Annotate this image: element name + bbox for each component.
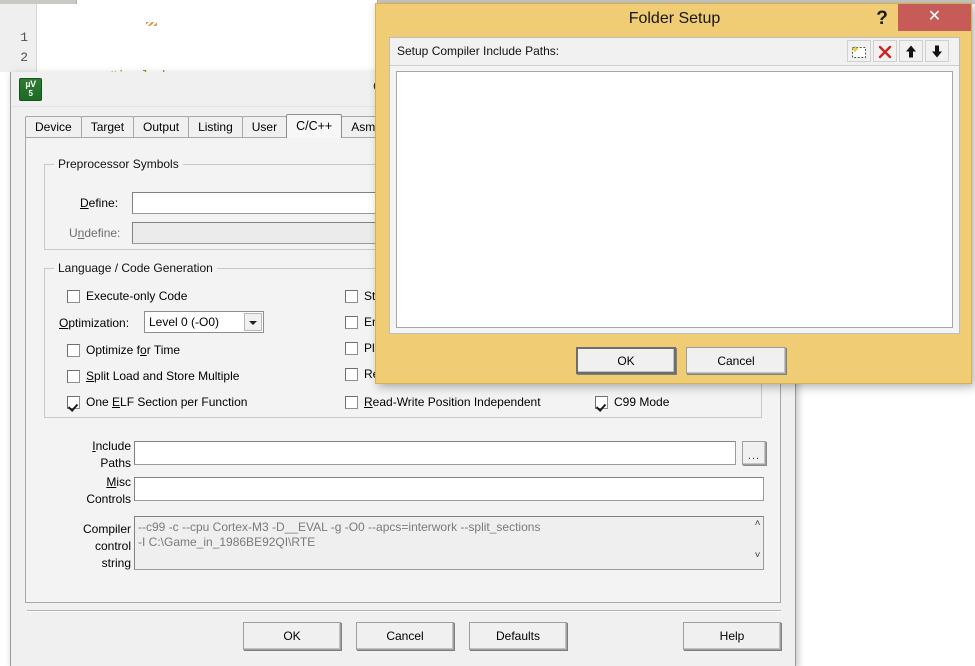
arrow-up-icon [900, 43, 922, 60]
include-paths-label-line1: Include [92, 439, 131, 453]
folder-setup-ok-button[interactable]: OK [576, 347, 676, 374]
move-up-button[interactable] [899, 40, 923, 62]
folder-setup-body: Setup Compiler Include Paths: [389, 37, 960, 334]
misc-controls-label-line2: Controls [86, 492, 131, 506]
options-defaults-button[interactable]: Defaults [469, 622, 567, 650]
checkbox-read-write-position-independent[interactable] [345, 396, 358, 409]
folder-setup-cancel-button[interactable]: Cancel [686, 347, 786, 374]
tab-c-cpp[interactable]: C/C++ [286, 114, 343, 138]
help-icon[interactable]: ? [869, 6, 895, 32]
label-execute-only-code: Execute-only Code [86, 289, 188, 303]
optimization-value: Level 0 (-O0) [149, 315, 220, 329]
folder-setup-titlebar[interactable]: Folder Setup ? ✕ [376, 4, 971, 37]
label-optimize-for-time: Optimize for Time [86, 343, 181, 357]
checkbox-execute-only-code[interactable] [67, 290, 80, 303]
screen: 1 #include "1986be9x_config.h" 2 #includ… [0, 0, 975, 666]
language-code-generation-legend: Language / Code Generation [54, 261, 217, 275]
tab-user[interactable]: User [241, 116, 288, 138]
close-icon[interactable]: ✕ [898, 4, 971, 31]
compiler-control-string-textarea[interactable]: --c99 -c --cpu Cortex-M3 -D__EVAL -g -O0… [134, 516, 764, 570]
include-paths-label-line2: Paths [100, 456, 131, 470]
include-paths-browse-button[interactable]: ... [742, 441, 766, 465]
checkbox-c99-mode[interactable] [595, 396, 608, 409]
options-help-button[interactable]: Help [683, 622, 781, 650]
misc-controls-label-line1: Misc [106, 475, 131, 489]
checkbox-optimize-for-time[interactable] [67, 344, 80, 357]
folder-setup-header: Setup Compiler Include Paths: [390, 38, 959, 66]
editor-tab-stub[interactable] [76, 0, 378, 4]
label-split-load-store: Split Load and Store Multiple [86, 369, 240, 383]
close-x-icon [874, 43, 896, 60]
compiler-control-string-label-line2: control [94, 539, 131, 553]
code-line: 3 #include "1986BE9x_uart.h" [0, 48, 49, 72]
preprocessor-symbols-legend: Preprocessor Symbols [54, 157, 183, 171]
checkbox-strict-ansi-c[interactable] [345, 290, 358, 303]
define-label: Define: [80, 196, 119, 210]
checkbox-read-only-position-independent[interactable] [345, 368, 358, 381]
label-one-elf-section: One ELF Section per Function [86, 395, 248, 409]
compiler-control-string-label-line3: string [101, 556, 131, 570]
tab-device[interactable]: Device [25, 116, 82, 138]
move-down-button[interactable] [925, 40, 949, 62]
folder-setup-dialog: Folder Setup ? ✕ Setup Compiler Include … [375, 3, 972, 384]
checkbox-one-elf-section[interactable] [67, 396, 80, 409]
label-c99-mode: C99 Mode [614, 395, 670, 409]
footer-separator [27, 610, 781, 612]
setup-compiler-include-paths-label: Setup Compiler Include Paths: [397, 44, 560, 58]
arrow-down-icon [926, 43, 948, 60]
tab-listing[interactable]: Listing [188, 116, 243, 138]
label-read-write-position-independent: Read-Write Position Independent [364, 395, 541, 409]
optimization-combo[interactable]: Level 0 (-O0) [144, 311, 264, 333]
options-cancel-button[interactable]: Cancel [356, 622, 454, 650]
include-paths-list[interactable] [396, 71, 953, 328]
checkbox-split-load-store[interactable] [67, 370, 80, 383]
new-folder-icon [848, 43, 870, 60]
tab-output[interactable]: Output [133, 116, 190, 138]
include-paths-input[interactable] [134, 441, 736, 465]
checkbox-plain-char-signed[interactable] [345, 342, 358, 355]
code-line: 2 #include "1986BE9x.h" [0, 28, 49, 65]
checkbox-enum-container[interactable] [345, 316, 358, 329]
compiler-control-string-label-line1: Compiler [82, 522, 131, 536]
compiler-string-scroll-up-icon[interactable]: ˄ [750, 518, 765, 529]
options-ok-button[interactable]: OK [243, 622, 341, 650]
delete-button[interactable] [873, 40, 897, 62]
tab-target[interactable]: Target [80, 116, 135, 138]
code-line: 1 #include "1986be9x_config.h" [0, 8, 173, 72]
chevron-down-icon[interactable] [244, 313, 262, 331]
compiler-string-scroll-down-icon[interactable]: ˅ [750, 550, 765, 561]
optimization-label: Optimization: [59, 316, 130, 330]
spell-squiggle-icon [146, 22, 157, 26]
undefine-label: Undefine: [69, 226, 121, 240]
new-folder-button[interactable] [847, 40, 871, 62]
misc-controls-input[interactable] [134, 477, 764, 501]
